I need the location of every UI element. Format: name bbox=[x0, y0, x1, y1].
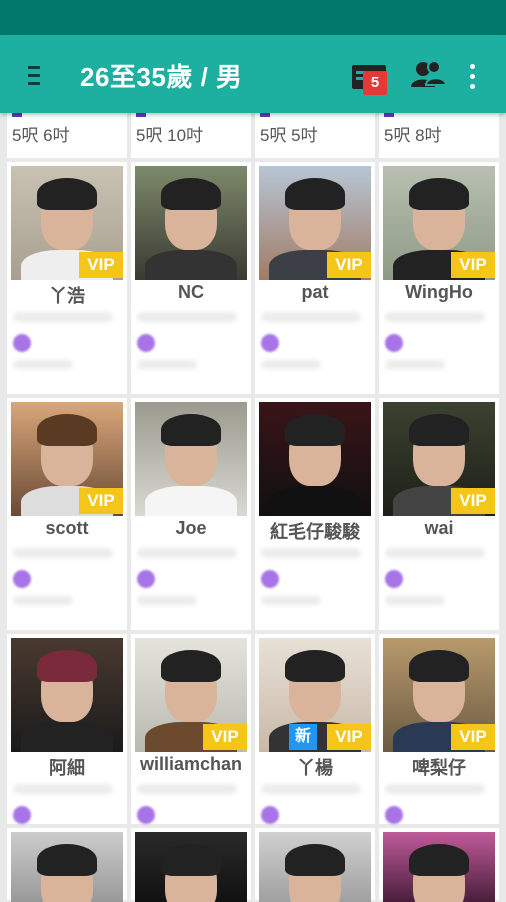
user-card[interactable]: VIP WingHo bbox=[379, 162, 499, 394]
user-card[interactable]: VIP scott bbox=[7, 398, 127, 630]
user-card-partial[interactable]: 5呎 5吋 bbox=[255, 113, 375, 158]
user-photo bbox=[135, 402, 247, 516]
user-card[interactable]: 新 VIP 丫楊 bbox=[255, 634, 375, 824]
hamburger-menu-icon[interactable] bbox=[16, 57, 52, 93]
vip-badge: VIP bbox=[451, 724, 495, 750]
more-vert-icon[interactable] bbox=[462, 59, 482, 93]
user-photo bbox=[259, 832, 371, 902]
user-name: 啤梨仔 bbox=[412, 758, 466, 778]
user-name: wai bbox=[424, 518, 454, 538]
user-photo bbox=[11, 638, 123, 752]
user-card[interactable]: VIP wai bbox=[379, 398, 499, 630]
user-photo bbox=[383, 832, 495, 902]
user-card[interactable]: VIP 啤梨仔 bbox=[379, 634, 499, 824]
vip-badge: VIP bbox=[451, 488, 495, 514]
user-name: Joe bbox=[175, 518, 207, 538]
vip-badge: VIP bbox=[79, 488, 123, 514]
app-bar: 26至35歲 / 男 5 bbox=[0, 35, 506, 113]
user-card[interactable]: Joe bbox=[131, 398, 251, 630]
user-card[interactable] bbox=[379, 828, 499, 902]
user-photo bbox=[259, 402, 371, 516]
user-card[interactable] bbox=[7, 828, 127, 902]
messages-button[interactable]: 5 bbox=[348, 57, 392, 97]
user-card[interactable]: 阿細 bbox=[7, 634, 127, 824]
user-name: 丫楊 bbox=[297, 758, 333, 778]
height-text: 5呎 5吋 bbox=[260, 126, 318, 145]
user-name: 丫浩 bbox=[49, 286, 85, 306]
height-text: 5呎 10吋 bbox=[136, 126, 204, 145]
user-name: scott bbox=[45, 518, 89, 538]
user-card[interactable]: VIP pat bbox=[255, 162, 375, 394]
user-name: pat bbox=[301, 282, 329, 302]
user-name: 紅毛仔駿駿 bbox=[270, 522, 360, 542]
user-card[interactable] bbox=[131, 828, 251, 902]
user-card[interactable]: VIP williamchan bbox=[131, 634, 251, 824]
user-photo bbox=[11, 832, 123, 902]
vip-badge: VIP bbox=[79, 252, 123, 278]
message-count-badge: 5 bbox=[363, 71, 387, 95]
user-card[interactable]: NC bbox=[131, 162, 251, 394]
height-text: 5呎 8吋 bbox=[384, 126, 442, 145]
user-card[interactable] bbox=[255, 828, 375, 902]
user-card-partial[interactable]: 5呎 8吋 bbox=[379, 113, 499, 158]
user-photo bbox=[135, 832, 247, 902]
user-name: williamchan bbox=[139, 754, 243, 774]
vip-badge: VIP bbox=[327, 724, 371, 750]
user-name: NC bbox=[178, 282, 204, 302]
user-card-partial[interactable]: 5呎 10吋 bbox=[131, 113, 251, 158]
user-name: 阿細 bbox=[49, 758, 85, 778]
vip-badge: VIP bbox=[327, 252, 371, 278]
user-card[interactable]: 紅毛仔駿駿 bbox=[255, 398, 375, 630]
vip-badge: VIP bbox=[203, 724, 247, 750]
user-name: WingHo bbox=[405, 282, 473, 302]
previous-row-partial: 5呎 6吋 5呎 10吋 5呎 5吋 5呎 8吋 bbox=[0, 113, 506, 158]
user-card-partial[interactable]: 5呎 6吋 bbox=[7, 113, 127, 158]
user-card[interactable]: VIP 丫浩 bbox=[7, 162, 127, 394]
status-bar bbox=[0, 0, 506, 35]
friends-icon[interactable] bbox=[408, 55, 448, 95]
user-photo bbox=[135, 166, 247, 280]
height-text: 5呎 6吋 bbox=[12, 126, 70, 145]
vip-badge: VIP bbox=[451, 252, 495, 278]
new-badge: 新 bbox=[289, 724, 317, 750]
page-title: 26至35歲 / 男 bbox=[80, 62, 243, 92]
